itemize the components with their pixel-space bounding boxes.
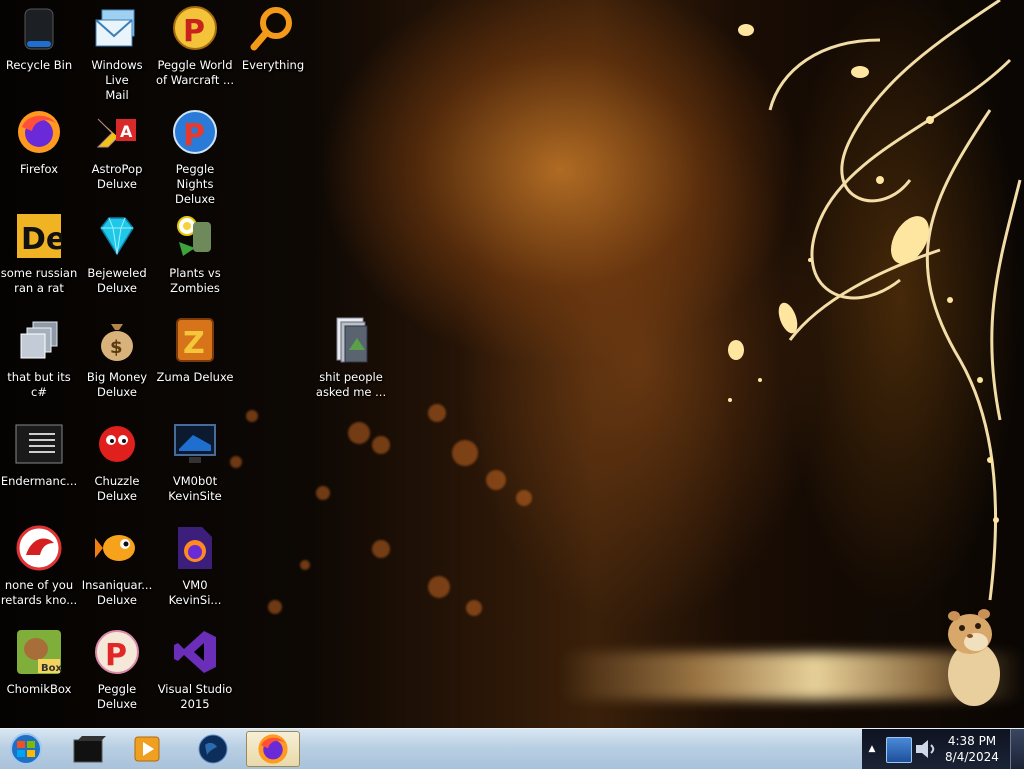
de-icon: De xyxy=(15,212,63,260)
icon-label: Peggle World of Warcraft ... xyxy=(156,58,234,87)
icon-label: none of you retards kno... xyxy=(0,578,78,607)
system-tray: ▲ 4:38 PM 8/4/2024 xyxy=(862,729,1024,769)
desktop-icon-recycle-bin[interactable]: Recycle Bin xyxy=(0,4,78,73)
desktop-icon-that-but-its-csharp[interactable]: that but its c# xyxy=(0,316,78,400)
firefox-icon xyxy=(15,108,63,156)
icon-label: Recycle Bin xyxy=(5,58,73,72)
desktop-icon-zuma[interactable]: Z Zuma Deluxe xyxy=(156,316,234,385)
clock-time: 4:38 PM xyxy=(947,734,997,748)
zuma-icon: Z xyxy=(171,316,219,364)
windows-orb-icon xyxy=(10,733,42,765)
recycle-bin-icon xyxy=(15,4,63,52)
peggle-world-of-warcraft-icon: P xyxy=(171,4,219,52)
svg-text:De: De xyxy=(21,222,62,257)
dragon-icon xyxy=(15,524,63,572)
icon-label: ChomikBox xyxy=(6,682,72,696)
desktop-icon-chuzzle[interactable]: Chuzzle Deluxe xyxy=(78,420,156,504)
taskbar-media-player-button[interactable] xyxy=(120,731,174,767)
desktop-icon-peggle-nights[interactable]: P Peggle Nights Deluxe xyxy=(156,108,234,207)
terminal-icon xyxy=(73,736,106,763)
icon-label: Plants vs Zombies xyxy=(169,266,221,295)
icon-label: Everything xyxy=(241,58,305,72)
show-desktop-button[interactable] xyxy=(1010,729,1024,769)
icon-label: Bejeweled Deluxe xyxy=(87,266,147,295)
desktop-icon-firefox[interactable]: Firefox xyxy=(0,108,78,177)
desktop-icon-bejeweled[interactable]: Bejeweled Deluxe xyxy=(78,212,156,296)
svg-text:P: P xyxy=(183,14,205,49)
endermanch-icon xyxy=(15,420,63,468)
desktop-icon-endermanch[interactable]: Endermanc... xyxy=(0,420,78,489)
icon-label: Peggle Deluxe xyxy=(97,682,137,711)
desktop-icon-peggle-world-of-warcraft[interactable]: P Peggle World of Warcraft ... xyxy=(156,4,234,88)
desktop-icon-none-of-you[interactable]: none of you retards kno... xyxy=(0,524,78,608)
visual-studio-icon xyxy=(171,628,219,676)
svg-text:P: P xyxy=(183,118,205,153)
desktop-icon-some-russian-ran-a-rat[interactable]: De some russian ran a rat xyxy=(0,212,78,296)
desktop-icon-visual-studio-2015[interactable]: Visual Studio 2015 xyxy=(156,628,234,712)
icon-label: Peggle Nights Deluxe xyxy=(175,162,215,206)
desktop-icon-big-money[interactable]: $ Big Money Deluxe xyxy=(78,316,156,400)
icon-label: Chuzzle Deluxe xyxy=(94,474,140,503)
peggle-deluxe-icon: P xyxy=(93,628,141,676)
desktop-icon-vm0b0t-kevinsite[interactable]: VM0b0t KevinSite xyxy=(156,420,234,504)
taskbar-firefox-button[interactable] xyxy=(246,731,300,767)
clock-date: 8/4/2024 xyxy=(945,750,999,764)
tray-volume-icon[interactable] xyxy=(914,737,936,761)
icon-label: VM0b0t KevinSite xyxy=(168,474,222,503)
money-bag-icon: $ xyxy=(93,316,141,364)
desktop-icon-astropop[interactable]: A AstroPop Deluxe xyxy=(78,108,156,192)
icon-label: shit people asked me ... xyxy=(315,370,387,399)
svg-text:A: A xyxy=(120,122,133,141)
icon-label: Insaniquar... Deluxe xyxy=(81,578,153,607)
firefox-icon xyxy=(258,734,288,764)
clock[interactable]: 4:38 PM 8/4/2024 xyxy=(940,733,1004,765)
desktop-icon-chomikbox[interactable]: Box ChomikBox xyxy=(0,628,78,697)
chuzzle-icon xyxy=(93,420,141,468)
chomikbox-icon: Box xyxy=(15,628,63,676)
folder-icon xyxy=(327,316,375,364)
svg-text:$: $ xyxy=(110,337,123,358)
earth-icon xyxy=(198,734,228,764)
astropop-icon: A xyxy=(93,108,141,156)
desktop-icon-peggle-deluxe[interactable]: P Peggle Deluxe xyxy=(78,628,156,712)
desktop-icon-folder-shit-people[interactable]: shit people asked me ... xyxy=(312,316,390,400)
svg-text:Box: Box xyxy=(41,663,62,674)
windows-live-mail-icon xyxy=(93,4,141,52)
icon-label: Windows Live Mail xyxy=(91,58,143,102)
tray-network-icon[interactable] xyxy=(886,737,912,763)
hamster-gadget[interactable] xyxy=(940,606,1006,710)
plants-vs-zombies-icon xyxy=(171,212,219,260)
desktop[interactable]: Recycle Bin Firefox De some russian ran … xyxy=(0,0,1024,728)
fish-icon xyxy=(93,524,141,572)
taskbar-earth-button[interactable] xyxy=(186,731,240,767)
desktop-icon-everything[interactable]: Everything xyxy=(234,4,312,73)
taskbar-terminal-button[interactable] xyxy=(62,731,116,767)
desktop-icon-plants-vs-zombies[interactable]: Plants vs Zombies xyxy=(156,212,234,296)
firefox-file-icon xyxy=(171,524,219,572)
icon-label: some russian ran a rat xyxy=(0,266,78,295)
icon-label: AstroPop Deluxe xyxy=(91,162,143,191)
wallpaper-flourish xyxy=(728,0,1022,601)
icon-label: Big Money Deluxe xyxy=(86,370,148,399)
icon-label: that but its c# xyxy=(7,370,71,399)
svg-text:P: P xyxy=(105,638,127,673)
icon-label: Endermanc... xyxy=(0,474,78,488)
svg-text:Z: Z xyxy=(183,326,205,361)
icon-label: Zuma Deluxe xyxy=(156,370,234,384)
stacked-windows-icon xyxy=(15,316,63,364)
desktop-icon-windows-live-mail[interactable]: Windows Live Mail xyxy=(78,4,156,103)
taskbar[interactable]: ▲ 4:38 PM 8/4/2024 xyxy=(0,728,1024,769)
peggle-nights-icon: P xyxy=(171,108,219,156)
icon-label: Firefox xyxy=(19,162,59,176)
icon-label: Visual Studio 2015 xyxy=(157,682,233,711)
monitor-icon xyxy=(171,420,219,468)
desktop-icon-insaniquarium[interactable]: Insaniquar... Deluxe xyxy=(78,524,156,608)
tray-overflow-button[interactable]: ▲ xyxy=(866,739,878,759)
start-button[interactable] xyxy=(4,731,48,767)
desktop-icon-vm0-kevinsite[interactable]: VM0 KevinSi... xyxy=(156,524,234,608)
icon-label: VM0 KevinSi... xyxy=(168,578,222,607)
everything-search-icon xyxy=(249,4,297,52)
bejeweled-icon xyxy=(93,212,141,260)
media-player-icon xyxy=(134,736,160,762)
